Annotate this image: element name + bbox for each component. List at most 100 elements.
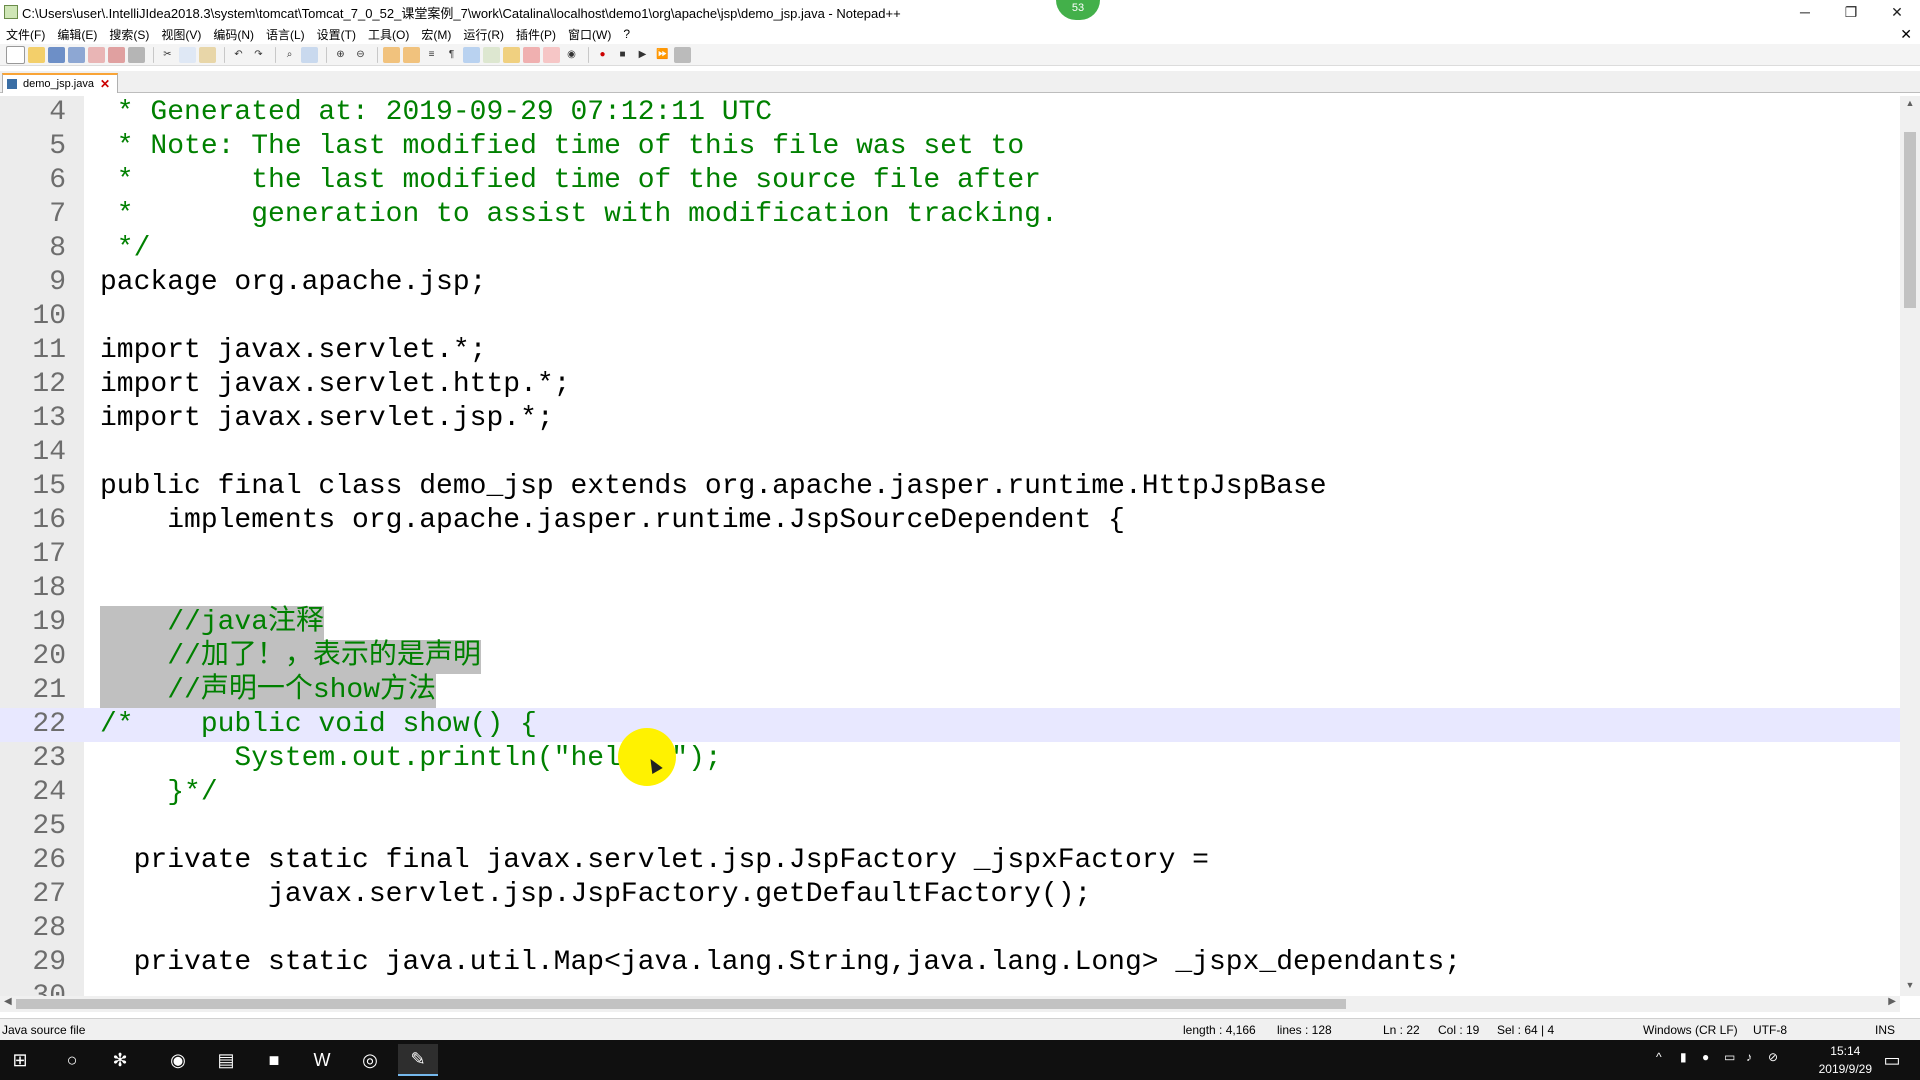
play-macro-icon[interactable]: ▶ [634,47,651,63]
menu-window[interactable]: 窗口(W) [562,26,617,43]
menu-plugins[interactable]: 插件(P) [510,26,562,43]
network-icon[interactable]: ▭ [1724,1050,1735,1064]
find-icon[interactable]: ⌕ [281,47,298,63]
line-number: 6 [49,165,66,196]
close-file-icon[interactable] [88,46,105,63]
intellij-icon[interactable]: ■ [254,1044,294,1076]
chrome-icon[interactable]: ◎ [350,1044,390,1076]
tray-status-icon[interactable]: ⊘ [1768,1050,1778,1064]
function-list-icon[interactable] [523,46,540,63]
line-number: 5 [49,131,66,162]
stop-macro-icon[interactable]: ■ [614,47,631,63]
notification-center-icon[interactable]: ▭ [1872,1044,1912,1076]
code-line: 24 }*/ [0,776,1900,810]
paste-icon[interactable] [199,46,216,63]
monitoring-icon[interactable]: ◉ [563,47,580,63]
maximize-button[interactable]: ❐ [1828,0,1874,24]
word-wrap-icon[interactable]: ≡ [423,47,440,63]
horizontal-scroll-thumb[interactable] [16,999,1346,1009]
tab-demo-jsp-java[interactable]: demo_jsp.java ✕ [2,73,118,93]
save-icon[interactable] [48,46,65,63]
system-clock[interactable]: 15:14 2019/9/29 [1819,1042,1872,1078]
save-macro-icon[interactable] [674,46,691,63]
menu-macro[interactable]: 宏(M) [415,26,457,43]
browser-360-icon[interactable]: ◉ [158,1044,198,1076]
menu-tools[interactable]: 工具(O) [362,26,415,43]
cut-icon[interactable]: ✂ [159,47,176,63]
tray-expand-icon[interactable]: ^ [1656,1050,1662,1064]
line-text: //java注释 [100,606,325,640]
print-icon[interactable] [128,46,145,63]
close-all-icon[interactable] [108,46,125,63]
menu-edit[interactable]: 编辑(E) [51,26,103,43]
new-file-icon[interactable] [6,45,25,64]
file-explorer-icon[interactable]: ▤ [206,1044,246,1076]
copy-icon[interactable] [179,46,196,63]
vertical-scrollbar[interactable]: ▲ ▼ [1900,96,1920,996]
tray-360-icon[interactable]: ● [1702,1050,1709,1064]
code-editor[interactable]: 4 * Generated at: 2019-09-29 07:12:11 UT… [0,96,1900,996]
zoom-out-icon[interactable]: ⊖ [352,47,369,63]
line-number: 22 [32,709,66,740]
line-number: 29 [32,947,66,978]
menu-view[interactable]: 视图(V) [155,26,207,43]
word-icon[interactable]: W [302,1044,342,1076]
menu-file[interactable]: 文件(F) [0,26,51,43]
menu-help[interactable]: ? [617,27,636,41]
line-text: public final class demo_jsp extends org.… [100,471,1327,502]
line-number: 25 [32,811,66,842]
notepadpp-taskbar-icon[interactable]: ✎ [398,1044,438,1076]
run-macro-multiple-icon[interactable]: ⏩ [654,47,671,63]
horizontal-scrollbar[interactable]: ◀ ▶ [0,996,1900,1012]
record-macro-icon[interactable]: ● [594,47,611,63]
folder-workspace-icon[interactable] [543,46,560,63]
line-text: * Note: The last modified time of this f… [100,131,1025,162]
scroll-right-icon[interactable]: ▶ [1888,996,1896,1007]
status-sel: Sel : 64 | 4 [1497,1023,1555,1037]
code-line: 30 [0,980,1900,996]
search-icon[interactable]: ○ [52,1044,92,1076]
replace-icon[interactable] [301,46,318,63]
indent-guide-icon[interactable] [463,46,480,63]
menu-language[interactable]: 语言(L) [260,26,311,43]
tray-app-icon[interactable]: ▮ [1680,1050,1687,1064]
open-file-icon[interactable] [28,46,45,63]
scroll-down-icon[interactable]: ▼ [1900,980,1920,994]
notification-badge[interactable]: 53 [1056,0,1100,20]
scroll-up-icon[interactable]: ▲ [1900,98,1920,112]
line-text: private static final javax.servlet.jsp.J… [100,845,1209,876]
line-number: 28 [32,913,66,944]
vertical-scroll-thumb[interactable] [1904,132,1916,308]
app-pinned-icon[interactable]: ✻ [100,1044,140,1076]
show-all-chars-icon[interactable]: ¶ [443,47,460,63]
menu-encoding[interactable]: 编码(N) [207,26,260,43]
line-number: 15 [32,471,66,502]
code-line: 27 javax.servlet.jsp.JspFactory.getDefau… [0,878,1900,912]
sync-vertical-icon[interactable] [383,46,400,63]
sync-horizontal-icon[interactable] [403,46,420,63]
minimize-button[interactable]: ─ [1782,0,1828,24]
toolbar-separator [377,46,378,63]
line-number: 12 [32,369,66,400]
code-line: 20 //加了！，表示的是声明 [0,640,1900,674]
redo-icon[interactable]: ↷ [250,47,267,63]
menu-run[interactable]: 运行(R) [457,26,510,43]
code-line: 11 import javax.servlet.*; [0,334,1900,368]
windows-start-icon[interactable]: ⊞ [0,1044,40,1076]
save-all-icon[interactable] [68,46,85,63]
tab-close-icon[interactable]: ✕ [100,77,110,91]
window-title: C:\Users\user\.IntelliJIdea2018.3\system… [22,5,901,21]
line-number: 26 [32,845,66,876]
close-button[interactable]: ✕ [1874,0,1920,24]
windows-taskbar: ⊞ ○ ✻ ◉ ▤ ■ W ◎ ✎ ^ ▮ ● ▭ ♪ ⊘ 15:14 2019… [0,1040,1920,1080]
undo-icon[interactable]: ↶ [230,47,247,63]
zoom-in-icon[interactable]: ⊕ [332,47,349,63]
menu-search[interactable]: 搜索(S) [103,26,155,43]
scroll-left-icon[interactable]: ◀ [4,996,12,1007]
doc-map-icon[interactable] [503,46,520,63]
volume-icon[interactable]: ♪ [1746,1050,1752,1064]
menu-settings[interactable]: 设置(T) [311,26,362,43]
close-document-icon[interactable]: ✕ [1900,26,1912,43]
code-line: 21 //声明一个show方法 [0,674,1900,708]
lang-define-icon[interactable] [483,46,500,63]
